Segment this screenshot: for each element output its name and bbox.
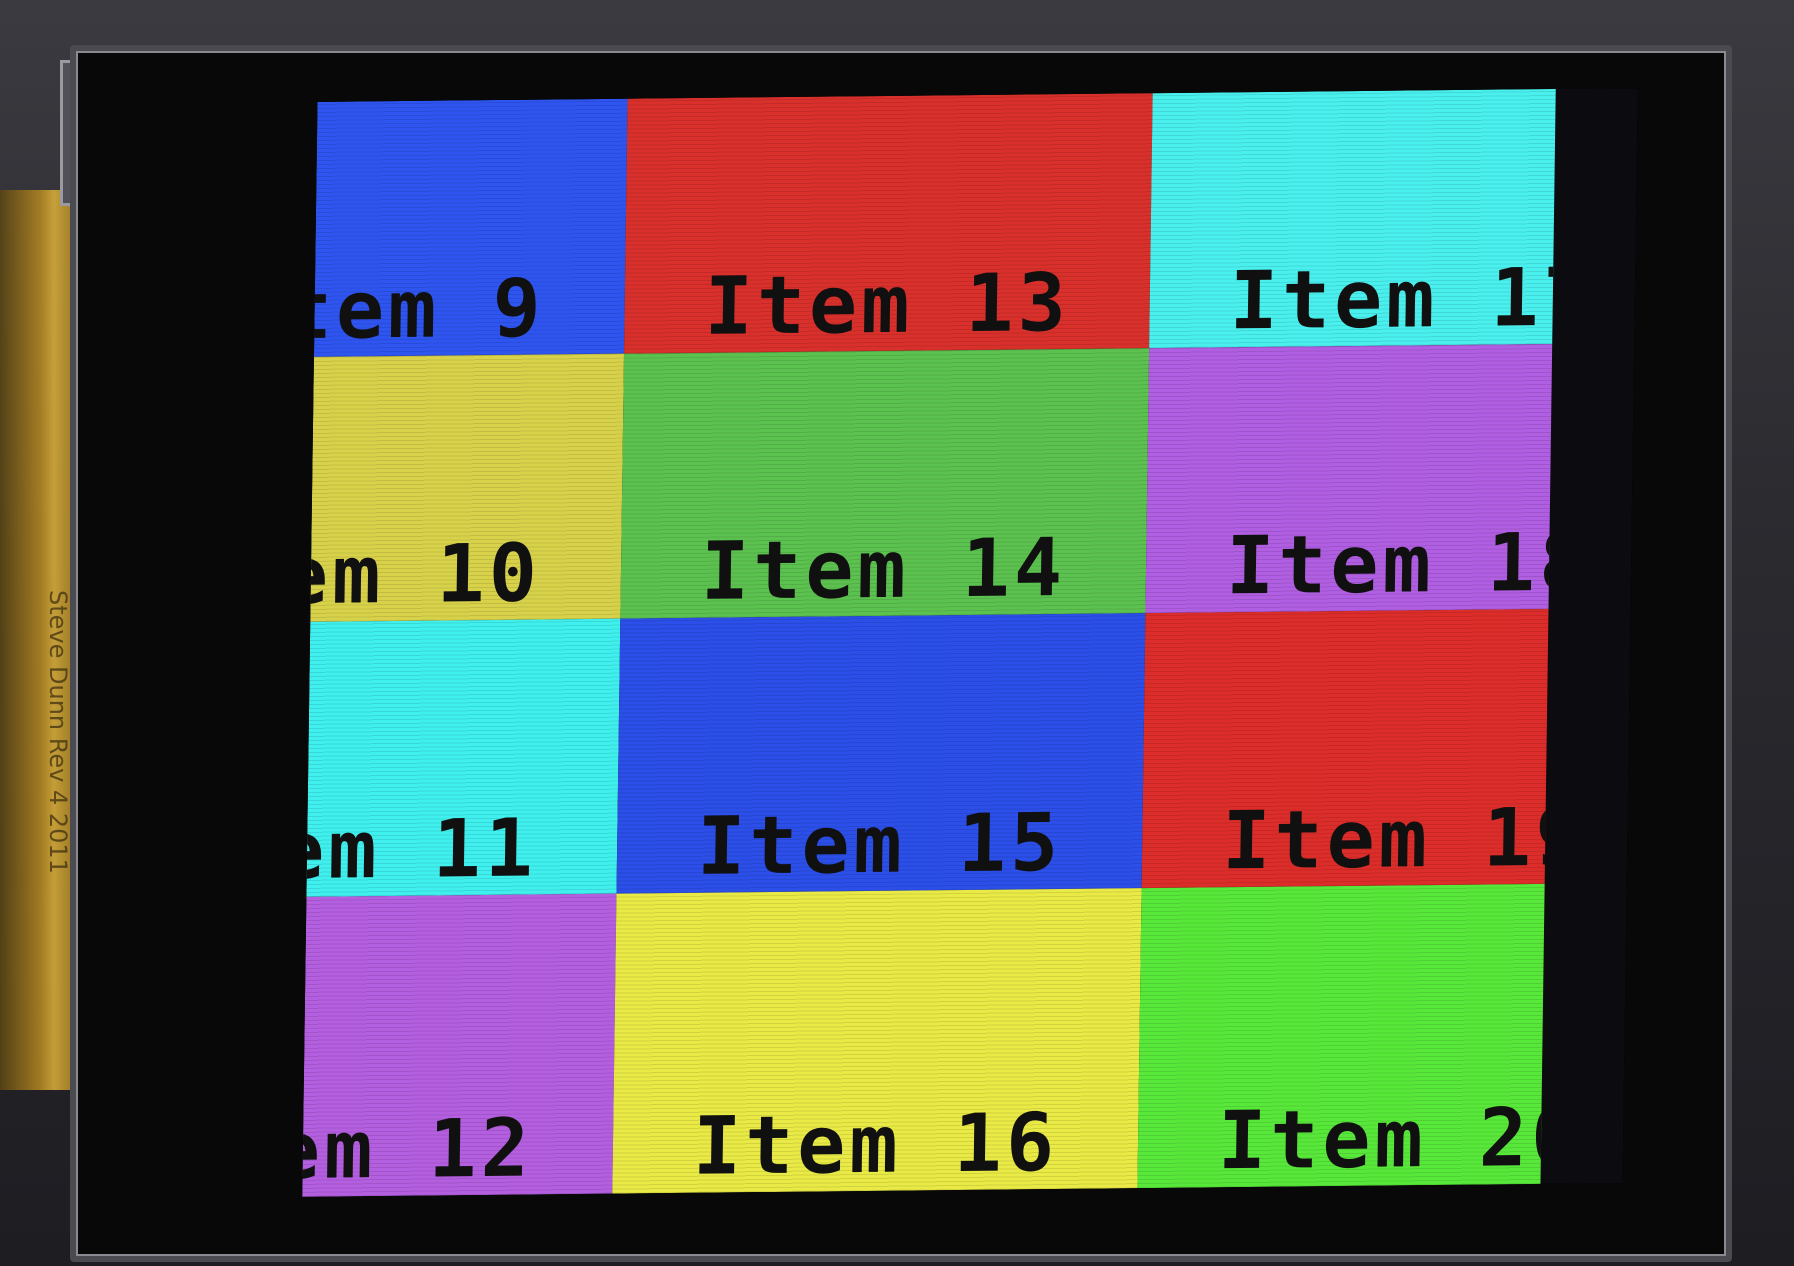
- grid-item[interactable]: Item 15: [616, 613, 1146, 894]
- grid-item-label: Item 9: [313, 261, 546, 357]
- grid-item-label: Item 15: [696, 795, 1064, 893]
- grid-item[interactable]: Item 11: [306, 618, 621, 897]
- grid-item-label: Item 10: [310, 526, 542, 622]
- lcd-screen: Item 9 Item 10 Item 11 Item 12 Item 13 I…: [302, 88, 1638, 1197]
- unused-screen-area: [1540, 88, 1638, 1184]
- grid-item[interactable]: Item 16: [612, 888, 1142, 1194]
- grid-item[interactable]: Item 10: [310, 353, 625, 622]
- grid-item-label: Item 16: [692, 1095, 1059, 1193]
- item-grid: Item 9 Item 10 Item 11 Item 12 Item 13 I…: [302, 88, 1556, 1197]
- device-photo: Steve Dunn Rev 4 2011 Item 9 Item 10 Ite…: [0, 0, 1794, 1266]
- grid-item[interactable]: Item 9: [313, 98, 628, 357]
- grid-item-label: Item 12: [302, 1101, 534, 1197]
- grid-item[interactable]: Item 14: [620, 348, 1150, 619]
- grid-item-label: Item 13: [704, 256, 1071, 353]
- grid-item[interactable]: Item 18: [1145, 343, 1553, 614]
- ribbon-label: Steve Dunn Rev 4 2011: [44, 590, 72, 874]
- grid-item[interactable]: Item 17: [1149, 88, 1556, 349]
- grid-item[interactable]: Item 20: [1137, 883, 1545, 1189]
- grid-item-label: Item 17: [1229, 250, 1556, 348]
- grid-item[interactable]: Item 19: [1141, 608, 1549, 889]
- grid-item[interactable]: Item 13: [624, 93, 1153, 354]
- grid-item[interactable]: Item 12: [302, 893, 617, 1197]
- grid-item-label: Item 19: [1221, 790, 1549, 888]
- grid-item-label: Item 11: [306, 801, 538, 897]
- grid-item-label: Item 14: [700, 521, 1067, 618]
- grid-item-label: Item 18: [1225, 515, 1553, 613]
- grid-item-label: Item 20: [1217, 1090, 1545, 1188]
